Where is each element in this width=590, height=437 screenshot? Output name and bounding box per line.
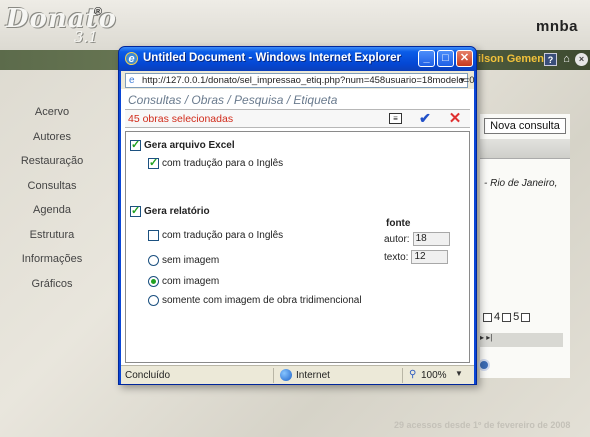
new-query-button[interactable]: Nova consulta	[484, 118, 566, 134]
minimize-button[interactable]: _	[418, 50, 435, 67]
report-option: Gera relatório	[130, 204, 210, 217]
popup-window: e Untitled Document - Windows Internet E…	[118, 46, 477, 385]
radio-with-image-label: com imagem	[162, 276, 220, 287]
nav-item-agenda[interactable]: Agenda	[0, 204, 104, 229]
page-content: Consultas / Obras / Pesquisa / Etiqueta …	[121, 89, 474, 365]
chevron-down-icon[interactable]: ▼	[457, 75, 468, 86]
list-icon[interactable]: ≡	[389, 113, 402, 124]
status-separator	[273, 368, 274, 383]
background-nav-strip[interactable]: ▸ ▸|	[478, 333, 563, 347]
nav-item-acervo[interactable]: Acervo	[0, 106, 104, 131]
author-font-row: autor: 18	[384, 232, 450, 246]
radio-no-image: sem imagem	[148, 255, 219, 266]
zoom-level[interactable]: 100%	[421, 370, 447, 381]
radio-with-image-button[interactable]	[148, 276, 159, 287]
excel-option: Gera arquivo Excel	[130, 138, 235, 151]
window-titlebar[interactable]: e Untitled Document - Windows Internet E…	[119, 47, 476, 71]
excel-checkbox[interactable]	[130, 138, 141, 151]
report-translate-option: com tradução para o Inglês	[148, 230, 283, 241]
maximize-button[interactable]: □	[437, 50, 454, 67]
report-translate-checkbox[interactable]	[148, 230, 159, 241]
url-text: http://127.0.0.1/donato/sel_impressao_et…	[142, 75, 475, 86]
radio-3d-only-label: somente com imagem de obra tridimenciona…	[162, 295, 362, 306]
magnifier-icon[interactable]: ⚲	[409, 369, 416, 380]
pager-checkbox[interactable]	[502, 312, 512, 322]
page-title: Consultas / Obras / Pesquisa / Etiqueta	[128, 93, 338, 107]
excel-label: Gera arquivo Excel	[144, 140, 235, 151]
radio-3d-only: somente com imagem de obra tridimenciona…	[148, 295, 362, 306]
ie-icon: e	[125, 52, 138, 65]
status-bar: Concluído Internet ⚲ 100% ▼	[121, 365, 474, 384]
excel-translate-label: com tradução para o Inglês	[162, 158, 284, 169]
window-title: Untitled Document - Windows Internet Exp…	[143, 52, 402, 64]
selected-count: 45 obras selecionadas	[128, 113, 234, 125]
author-font-field[interactable]: 18	[412, 232, 450, 246]
logout-icon[interactable]: ×	[575, 53, 588, 66]
close-button[interactable]: ✕	[456, 50, 473, 67]
user-name: ilson Gemente	[478, 53, 554, 65]
pager-label-4: 4	[494, 311, 501, 323]
nav-item-informacoes[interactable]: Informações	[0, 253, 104, 278]
pager-checkbox[interactable]	[521, 312, 531, 322]
brand-label: mnba	[535, 18, 578, 35]
footer-counter: 29 acessos desde 1º de fevereiro de 2008	[394, 420, 571, 430]
radio-no-image-button[interactable]	[148, 255, 159, 266]
background-circle-icon	[478, 359, 490, 371]
status-separator	[402, 368, 403, 383]
security-zone: Internet	[296, 370, 330, 381]
status-text: Concluído	[125, 370, 171, 381]
chevron-down-icon[interactable]: ▼	[455, 369, 463, 378]
url-field[interactable]: e http://127.0.0.1/donato/sel_impressao_…	[125, 73, 474, 88]
logo-registered-mark: ®	[94, 6, 103, 18]
options-panel: Gera arquivo Excel com tradução para o I…	[125, 131, 470, 363]
background-stripe	[480, 139, 570, 159]
text-font-field[interactable]: 12	[411, 250, 449, 264]
pager-label-5: 5	[513, 311, 520, 323]
selection-summary-bar: 45 obras selecionadas ≡ ✔ ✕	[125, 109, 470, 128]
text-font-row: texto: 12	[384, 250, 449, 264]
nav-item-autores[interactable]: Autores	[0, 131, 104, 156]
nav-item-estrutura[interactable]: Estrutura	[0, 229, 104, 254]
home-icon[interactable]: ⌂	[560, 53, 573, 66]
report-label: Gera relatório	[144, 206, 210, 217]
report-checkbox[interactable]	[130, 204, 141, 217]
globe-icon	[280, 369, 292, 381]
confirm-check-icon[interactable]: ✔	[417, 111, 433, 126]
background-pager: 4 5	[483, 311, 531, 323]
excel-translate-option: com tradução para o Inglês	[148, 156, 284, 169]
background-partial-text: - Rio de Janeiro,	[484, 178, 558, 189]
logo-version: 3.1	[74, 28, 98, 46]
address-bar: e http://127.0.0.1/donato/sel_impressao_…	[121, 71, 474, 89]
author-font-label: autor:	[384, 233, 410, 245]
page-icon: e	[129, 75, 135, 86]
font-size-heading: fonte	[386, 218, 411, 229]
nav-item-graficos[interactable]: Gráficos	[0, 278, 104, 303]
radio-3d-only-button[interactable]	[148, 295, 159, 306]
pager-checkbox[interactable]	[483, 312, 492, 322]
radio-with-image: com imagem	[148, 276, 219, 287]
side-nav: Acervo Autores Restauração Consultas Age…	[0, 106, 104, 302]
text-font-label: texto:	[384, 251, 409, 263]
nav-item-consultas[interactable]: Consultas	[0, 180, 104, 205]
cancel-x-icon[interactable]: ✕	[447, 111, 463, 126]
radio-no-image-label: sem imagem	[162, 255, 220, 266]
nav-item-restauracao[interactable]: Restauração	[0, 155, 104, 180]
help-icon[interactable]: ?	[544, 53, 557, 66]
excel-translate-checkbox[interactable]	[148, 156, 159, 169]
report-translate-label: com tradução para o Inglês	[162, 230, 284, 241]
